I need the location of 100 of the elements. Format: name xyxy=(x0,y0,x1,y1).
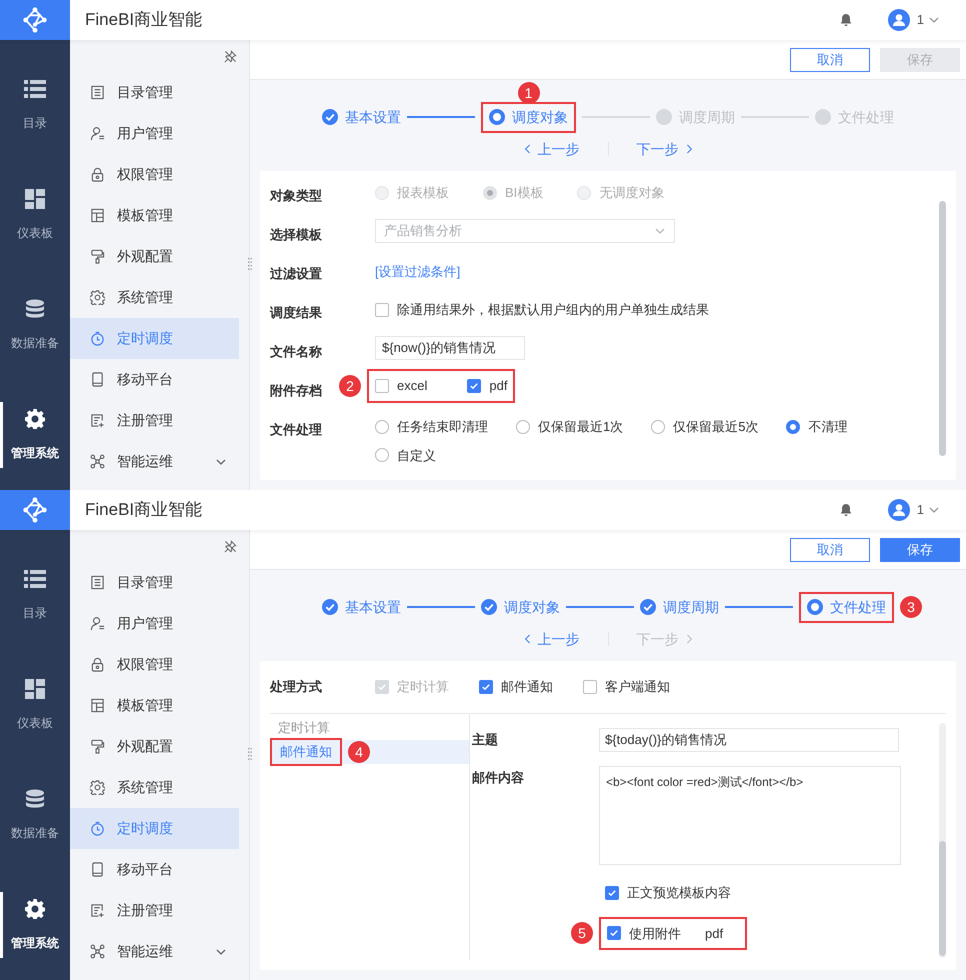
database-icon[interactable] xyxy=(25,788,45,808)
step-label: 基本设置 xyxy=(345,598,401,616)
rail-item[interactable]: 管理系统 xyxy=(11,934,59,952)
nav-item[interactable]: 用户管理 xyxy=(70,113,239,154)
dashboard-icon[interactable] xyxy=(25,678,45,698)
scrollbar-thumb[interactable] xyxy=(939,201,946,456)
network-icon xyxy=(90,944,105,959)
register-icon xyxy=(90,903,105,918)
content-field[interactable]: <b><font color =red>测试</font></b> xyxy=(599,766,901,865)
checkbox[interactable] xyxy=(605,886,619,900)
radio-button[interactable] xyxy=(651,420,666,434)
database-icon[interactable] xyxy=(25,298,45,318)
list-icon[interactable] xyxy=(24,568,46,588)
checkbox-label: 定时计算 xyxy=(397,678,449,696)
checkbox-label[interactable]: 客户端通知 xyxy=(605,677,670,697)
user-name[interactable]: 1 xyxy=(916,10,924,30)
nav-item[interactable]: 外观配置 xyxy=(70,236,239,277)
dashboard-icon[interactable] xyxy=(25,188,45,208)
nav-item[interactable]: 权限管理 xyxy=(70,154,239,195)
radio-label: BI模板 xyxy=(505,184,544,202)
nav-item[interactable]: 智能运维 xyxy=(70,931,239,972)
checkbox[interactable] xyxy=(467,378,482,393)
lock-icon xyxy=(90,167,105,182)
gear-icon[interactable] xyxy=(25,898,45,918)
checkbox[interactable] xyxy=(375,378,389,393)
unpin-icon[interactable] xyxy=(224,50,237,62)
checkbox[interactable] xyxy=(479,680,493,694)
radio-label[interactable]: 仅保留最近1次 xyxy=(538,417,624,436)
rail-item[interactable]: 仪表板 xyxy=(17,224,53,242)
attachment-format: pdf xyxy=(705,924,724,943)
avatar-icon[interactable] xyxy=(888,499,910,521)
checkbox-label[interactable]: 正文预览模板内容 xyxy=(627,883,731,902)
rail-item[interactable]: 数据准备 xyxy=(11,824,59,842)
nav-item[interactable]: 目录管理 xyxy=(70,72,239,113)
nav-item[interactable]: 移动平台 xyxy=(70,359,239,400)
rail-item[interactable]: 管理系统 xyxy=(11,444,59,462)
previous-step-button[interactable]: 上一步 xyxy=(524,628,580,650)
nav-item[interactable]: 权限管理 xyxy=(70,644,239,685)
scrollbar-thumb[interactable] xyxy=(939,841,946,956)
checkbox-label[interactable]: 使用附件 xyxy=(629,924,681,943)
nav-item[interactable]: 模板管理 xyxy=(70,195,239,236)
field-label: 调度结果 xyxy=(270,305,322,320)
nav-item[interactable]: 系统管理 xyxy=(70,277,239,318)
nav-item[interactable]: 用户管理 xyxy=(70,603,239,644)
nav-item[interactable]: 注册管理 xyxy=(70,890,239,931)
rail-item[interactable]: 数据准备 xyxy=(11,334,59,352)
checkbox-label[interactable]: 除通用结果外，根据默认用户组内的用户单独生成结果 xyxy=(397,300,709,320)
next-step-button[interactable]: 下一步 xyxy=(636,138,692,160)
bell-icon[interactable] xyxy=(838,13,853,27)
radio-label[interactable]: 任务结束即清理 xyxy=(397,417,488,436)
previous-step-button[interactable]: 上一步 xyxy=(524,138,580,160)
field-label: 对象类型 xyxy=(270,188,322,203)
logo-tile[interactable] xyxy=(0,490,70,530)
radio-button[interactable] xyxy=(375,448,389,462)
radio-button[interactable] xyxy=(375,420,389,434)
checkbox[interactable] xyxy=(607,926,621,940)
checkbox[interactable] xyxy=(583,680,597,694)
gear-icon[interactable] xyxy=(25,408,45,428)
catalog-icon xyxy=(90,85,105,100)
phone-icon xyxy=(90,862,105,877)
register-icon xyxy=(90,413,105,428)
radio-label[interactable]: 不清理 xyxy=(808,417,848,436)
cancel-button[interactable]: 取消 xyxy=(790,538,870,562)
field-label: 文件名称 xyxy=(270,344,322,359)
filter-link[interactable]: [设置过滤条件] xyxy=(375,258,460,282)
rail-item[interactable]: 目录 xyxy=(23,604,47,622)
user-name[interactable]: 1 xyxy=(916,500,924,520)
drag-handle-icon[interactable] xyxy=(248,258,252,270)
field-label: 选择模板 xyxy=(270,227,322,242)
nav-item[interactable]: 目录管理 xyxy=(70,562,239,603)
subject-field[interactable]: ${today()}的销售情况 xyxy=(599,728,899,752)
checkbox-label[interactable]: 邮件通知 xyxy=(501,677,553,697)
nav-item[interactable]: 系统管理 xyxy=(70,767,239,808)
radio-label[interactable]: 自定义 xyxy=(397,446,436,465)
checkbox-label[interactable]: pdf xyxy=(489,376,508,396)
checkbox-label[interactable]: excel xyxy=(397,376,428,396)
settings-icon xyxy=(90,290,105,305)
list-icon[interactable] xyxy=(24,78,46,98)
bell-icon[interactable] xyxy=(838,503,853,517)
save-button[interactable]: 保存 xyxy=(880,538,960,562)
nav-item[interactable]: 移动平台 xyxy=(70,849,239,890)
callout-number: 3 xyxy=(900,596,922,618)
unpin-icon[interactable] xyxy=(224,540,237,552)
radio-button[interactable] xyxy=(516,420,530,434)
rail-item[interactable]: 仪表板 xyxy=(17,714,53,732)
logo-tile[interactable] xyxy=(0,0,70,40)
radio-label: 报表模板 xyxy=(397,184,449,202)
nav-item[interactable]: 外观配置 xyxy=(70,726,239,767)
avatar-icon[interactable] xyxy=(888,9,910,31)
paint-roller-icon xyxy=(90,249,105,264)
drag-handle-icon[interactable] xyxy=(248,748,252,760)
radio-button[interactable] xyxy=(786,420,800,434)
nav-item[interactable]: 智能运维 xyxy=(70,441,239,482)
cancel-button[interactable]: 取消 xyxy=(790,48,870,72)
radio-label[interactable]: 仅保留最近5次 xyxy=(673,417,758,436)
file-name-field[interactable]: ${now()}的销售情况 xyxy=(375,336,525,360)
rail-item[interactable]: 目录 xyxy=(23,114,47,132)
nav-item[interactable]: 注册管理 xyxy=(70,400,239,441)
checkbox[interactable] xyxy=(375,302,389,317)
nav-item[interactable]: 模板管理 xyxy=(70,685,239,726)
